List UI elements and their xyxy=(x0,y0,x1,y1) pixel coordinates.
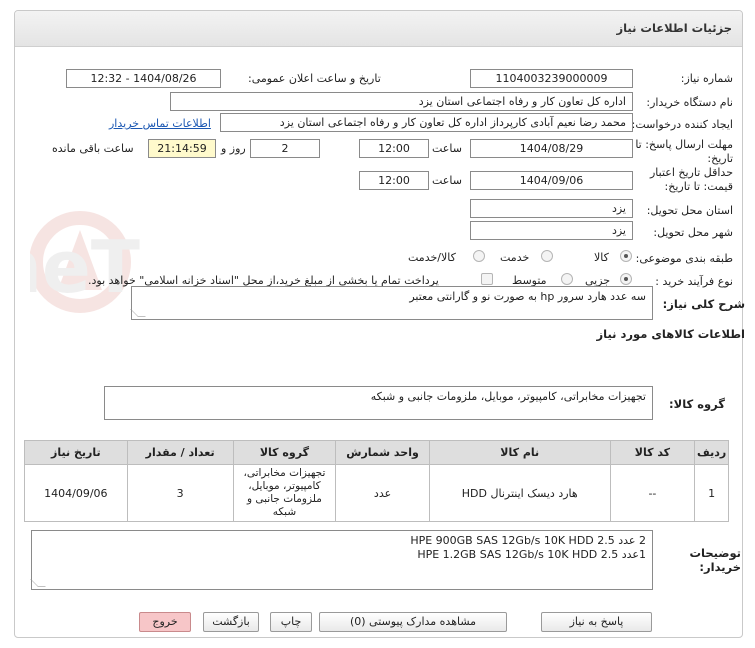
items-table: ردیف کد کالا نام کالا واحد شمارش گروه کا… xyxy=(24,440,729,522)
deadline-label-date: تاریخ: xyxy=(707,152,733,165)
validity-time-field: 12:00 xyxy=(359,171,429,190)
reply-button[interactable]: پاسخ به نیاز xyxy=(541,612,652,632)
cell-index: 1 xyxy=(694,464,729,522)
buyer-notes-label-2: خریدار: xyxy=(699,560,741,574)
buyer-notes-label: توضیحات xyxy=(689,546,742,560)
process-radio-medium[interactable] xyxy=(561,273,573,285)
deadline-label: مهلت ارسال پاسخ: تا xyxy=(635,138,733,151)
panel-header: جزئیات اطلاعات نیاز xyxy=(15,11,742,47)
validity-time-label: ساعت xyxy=(432,174,462,187)
summary-text: سه عدد هارد سرور hp به صورت نو و گارانتی… xyxy=(409,290,646,303)
print-button[interactable]: چاپ xyxy=(270,612,312,632)
category-radio-service[interactable] xyxy=(541,250,553,262)
category-label: طبقه بندی موضوعی: xyxy=(635,252,733,265)
buyer-org-label: نام دستگاه خریدار: xyxy=(646,96,733,109)
deadline-time-field: 12:00 xyxy=(359,139,429,158)
category-option-service: خدمت xyxy=(500,251,530,264)
validity-date-field: 1404/09/06 xyxy=(470,171,633,190)
remaining-time-field: 21:14:59 xyxy=(148,139,216,158)
table-row: 1 -- هارد دیسک اینترنال HDD عدد تجهیزات … xyxy=(24,464,729,522)
buyer-org-field: اداره کل تعاون کار و رفاه اجتماعی استان … xyxy=(170,92,633,111)
remaining-label: ساعت باقی مانده xyxy=(52,142,134,155)
goods-section-title: اطلاعات کالاهای مورد نیاز xyxy=(596,327,745,341)
deadline-time-label: ساعت xyxy=(432,142,462,155)
process-radio-minor[interactable] xyxy=(620,273,632,285)
category-radio-goods-service[interactable] xyxy=(473,250,485,262)
th-date: تاریخ نیاز xyxy=(24,440,128,465)
cell-unit: عدد xyxy=(335,464,430,522)
goods-group-text: تجهیزات مخابراتی، کامپیوتر، موبایل، ملزو… xyxy=(370,390,646,403)
back-button[interactable]: بازگشت xyxy=(203,612,259,632)
category-option-goods-service: کالا/خدمت xyxy=(408,251,456,264)
th-unit: واحد شمارش xyxy=(335,440,430,465)
exit-button[interactable]: خروج xyxy=(139,612,191,632)
summary-label: شرح کلی نیاز: xyxy=(662,297,745,311)
th-group: گروه کالا xyxy=(232,440,337,465)
treasury-payment-checkbox[interactable] xyxy=(481,273,493,285)
days-label: روز و xyxy=(221,142,246,155)
th-qty: تعداد / مقدار xyxy=(126,440,234,465)
remaining-days-field: 2 xyxy=(250,139,320,158)
th-index: ردیف xyxy=(694,440,729,465)
need-number-label: شماره نیاز: xyxy=(680,72,733,85)
goods-group-textarea: تجهیزات مخابراتی، کامپیوتر، موبایل، ملزو… xyxy=(104,386,653,420)
category-option-goods: کالا xyxy=(594,251,609,264)
announce-label: تاریخ و ساعت اعلان عمومی: xyxy=(248,72,381,85)
resize-handle[interactable] xyxy=(130,309,146,317)
city-label: شهر محل تحویل: xyxy=(653,226,733,239)
th-name: نام کالا xyxy=(428,440,611,465)
cell-code: -- xyxy=(609,464,696,522)
city-field: یزد xyxy=(470,221,633,240)
cell-name: هارد دیسک اینترنال HDD xyxy=(428,464,611,522)
process-label: نوع فرآیند خرید : xyxy=(655,275,733,288)
announce-date-field: 1404/08/26 - 12:32 xyxy=(66,69,221,88)
buyer-contact-link[interactable]: اطلاعات تماس خریدار xyxy=(109,117,211,130)
attachments-button[interactable]: مشاهده مدارک پیوستی (0) xyxy=(319,612,507,632)
buyer-notes-line-1: 2 عدد HPE 900GB SAS 12Gb/s 10K HDD 2.5 xyxy=(410,534,646,547)
category-radio-goods[interactable] xyxy=(620,250,632,262)
validity-label: حداقل تاریخ اعتبار xyxy=(649,166,733,179)
th-code: کد کالا xyxy=(609,440,696,465)
table-header-row: ردیف کد کالا نام کالا واحد شمارش گروه کا… xyxy=(24,440,729,465)
resize-handle[interactable] xyxy=(30,579,46,587)
deadline-date-field: 1404/08/29 xyxy=(470,139,633,158)
cell-group: تجهیزات مخابراتی، کامپیوتر، موبایل، ملزو… xyxy=(232,464,337,522)
buyer-notes-textarea[interactable]: 2 عدد HPE 900GB SAS 12Gb/s 10K HDD 2.5 1… xyxy=(30,530,653,590)
province-field: یزد xyxy=(470,199,633,218)
buyer-notes-line-2: 1عدد HPE 1.2GB SAS 12Gb/s 10K HDD 2.5 xyxy=(417,548,646,561)
cell-date: 1404/09/06 xyxy=(24,464,128,522)
need-number-field: 1104003239000009 xyxy=(470,69,633,88)
province-label: استان محل تحویل: xyxy=(646,204,733,217)
summary-textarea[interactable]: سه عدد هارد سرور hp به صورت نو و گارانتی… xyxy=(130,286,653,320)
creator-label: ایجاد کننده درخواست: xyxy=(631,118,733,131)
creator-field: محمد رضا نعیم آبادی کارپرداز اداره کل تع… xyxy=(220,113,633,132)
goods-group-label: گروه کالا: xyxy=(669,397,725,411)
validity-label-date: قیمت: تا تاریخ: xyxy=(664,180,733,193)
cell-qty: 3 xyxy=(126,464,234,522)
panel-title: جزئیات اطلاعات نیاز xyxy=(616,21,732,35)
